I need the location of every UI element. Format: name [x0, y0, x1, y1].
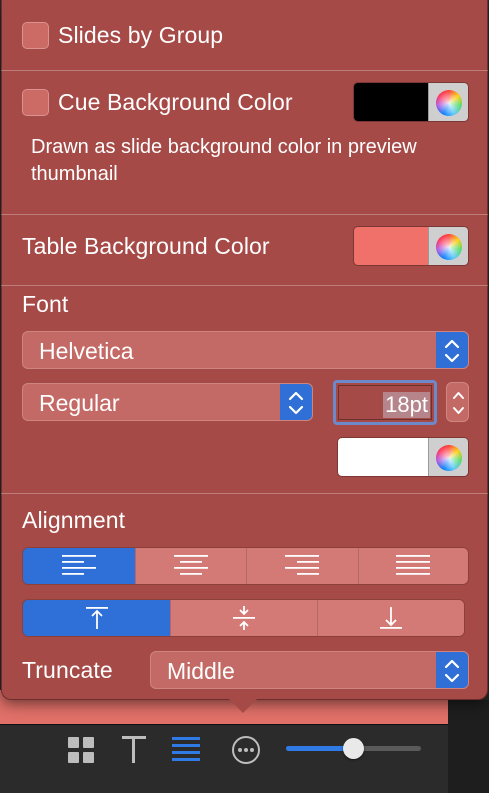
cue-background-swatch: [354, 83, 430, 121]
cue-background-note: Drawn as slide background color in previ…: [31, 136, 417, 185]
table-background-swatch: [354, 227, 430, 265]
align-bottom-button[interactable]: [316, 600, 464, 636]
cue-background-color-well[interactable]: [353, 82, 469, 122]
font-color-well[interactable]: [337, 437, 469, 477]
popup-arrows-icon: [436, 332, 468, 368]
divider: [1, 493, 488, 494]
align-right-icon: [285, 555, 320, 575]
font-size-value: 18pt: [383, 392, 430, 418]
font-family-popup[interactable]: Helvetica: [22, 331, 469, 369]
align-middle-icon: [233, 606, 255, 630]
align-middle-button[interactable]: [170, 600, 317, 636]
popup-arrows-icon: [280, 384, 312, 420]
align-justify-button[interactable]: [357, 548, 468, 584]
align-top-button[interactable]: [23, 600, 171, 636]
truncate-value: Middle: [167, 658, 235, 684]
zoom-slider[interactable]: [286, 738, 421, 759]
color-picker-button[interactable]: [428, 438, 468, 476]
font-heading: Font: [22, 291, 69, 317]
color-wheel-icon: [436, 445, 462, 471]
vertical-alignment-control: [22, 599, 465, 637]
background-panel: [448, 700, 489, 793]
color-wheel-icon: [436, 234, 462, 260]
color-picker-button[interactable]: [428, 83, 468, 121]
font-size-field[interactable]: 18pt: [333, 380, 437, 425]
truncate-label: Truncate: [22, 657, 113, 683]
grid-view-icon[interactable]: [67, 736, 95, 764]
font-style-popup[interactable]: Regular: [22, 383, 313, 421]
font-color-swatch: [338, 438, 430, 476]
font-family-value: Helvetica: [39, 338, 134, 364]
list-view-icon[interactable]: [171, 735, 201, 765]
zoom-slider-knob[interactable]: [343, 738, 364, 759]
table-background-color-well[interactable]: [353, 226, 469, 266]
align-justify-icon: [396, 555, 431, 575]
more-options-icon[interactable]: [231, 735, 261, 765]
slides-by-group-label: Slides by Group: [58, 22, 224, 48]
truncate-popup[interactable]: Middle: [150, 651, 469, 689]
divider: [1, 214, 488, 215]
horizontal-alignment-control: [22, 547, 469, 585]
popup-arrows-icon: [436, 652, 468, 688]
alignment-heading: Alignment: [22, 507, 126, 533]
popover-pointer: [229, 699, 257, 713]
slides-by-group-checkbox[interactable]: [22, 22, 49, 49]
divider: [1, 70, 488, 71]
align-left-icon: [61, 555, 96, 575]
table-background-label: Table Background Color: [22, 233, 270, 259]
font-style-value: Regular: [39, 390, 120, 416]
align-left-button[interactable]: [23, 548, 135, 584]
align-center-icon: [173, 555, 208, 575]
cue-background-label: Cue Background Color: [58, 89, 293, 115]
color-wheel-icon: [436, 90, 462, 116]
align-top-icon: [85, 607, 108, 629]
align-center-button[interactable]: [134, 548, 246, 584]
font-size-stepper[interactable]: [446, 382, 469, 422]
align-bottom-icon: [379, 607, 402, 629]
text-view-icon[interactable]: [120, 734, 148, 764]
color-picker-button[interactable]: [428, 227, 468, 265]
cue-background-checkbox[interactable]: [22, 89, 49, 116]
divider: [1, 285, 488, 286]
align-right-button[interactable]: [246, 548, 358, 584]
